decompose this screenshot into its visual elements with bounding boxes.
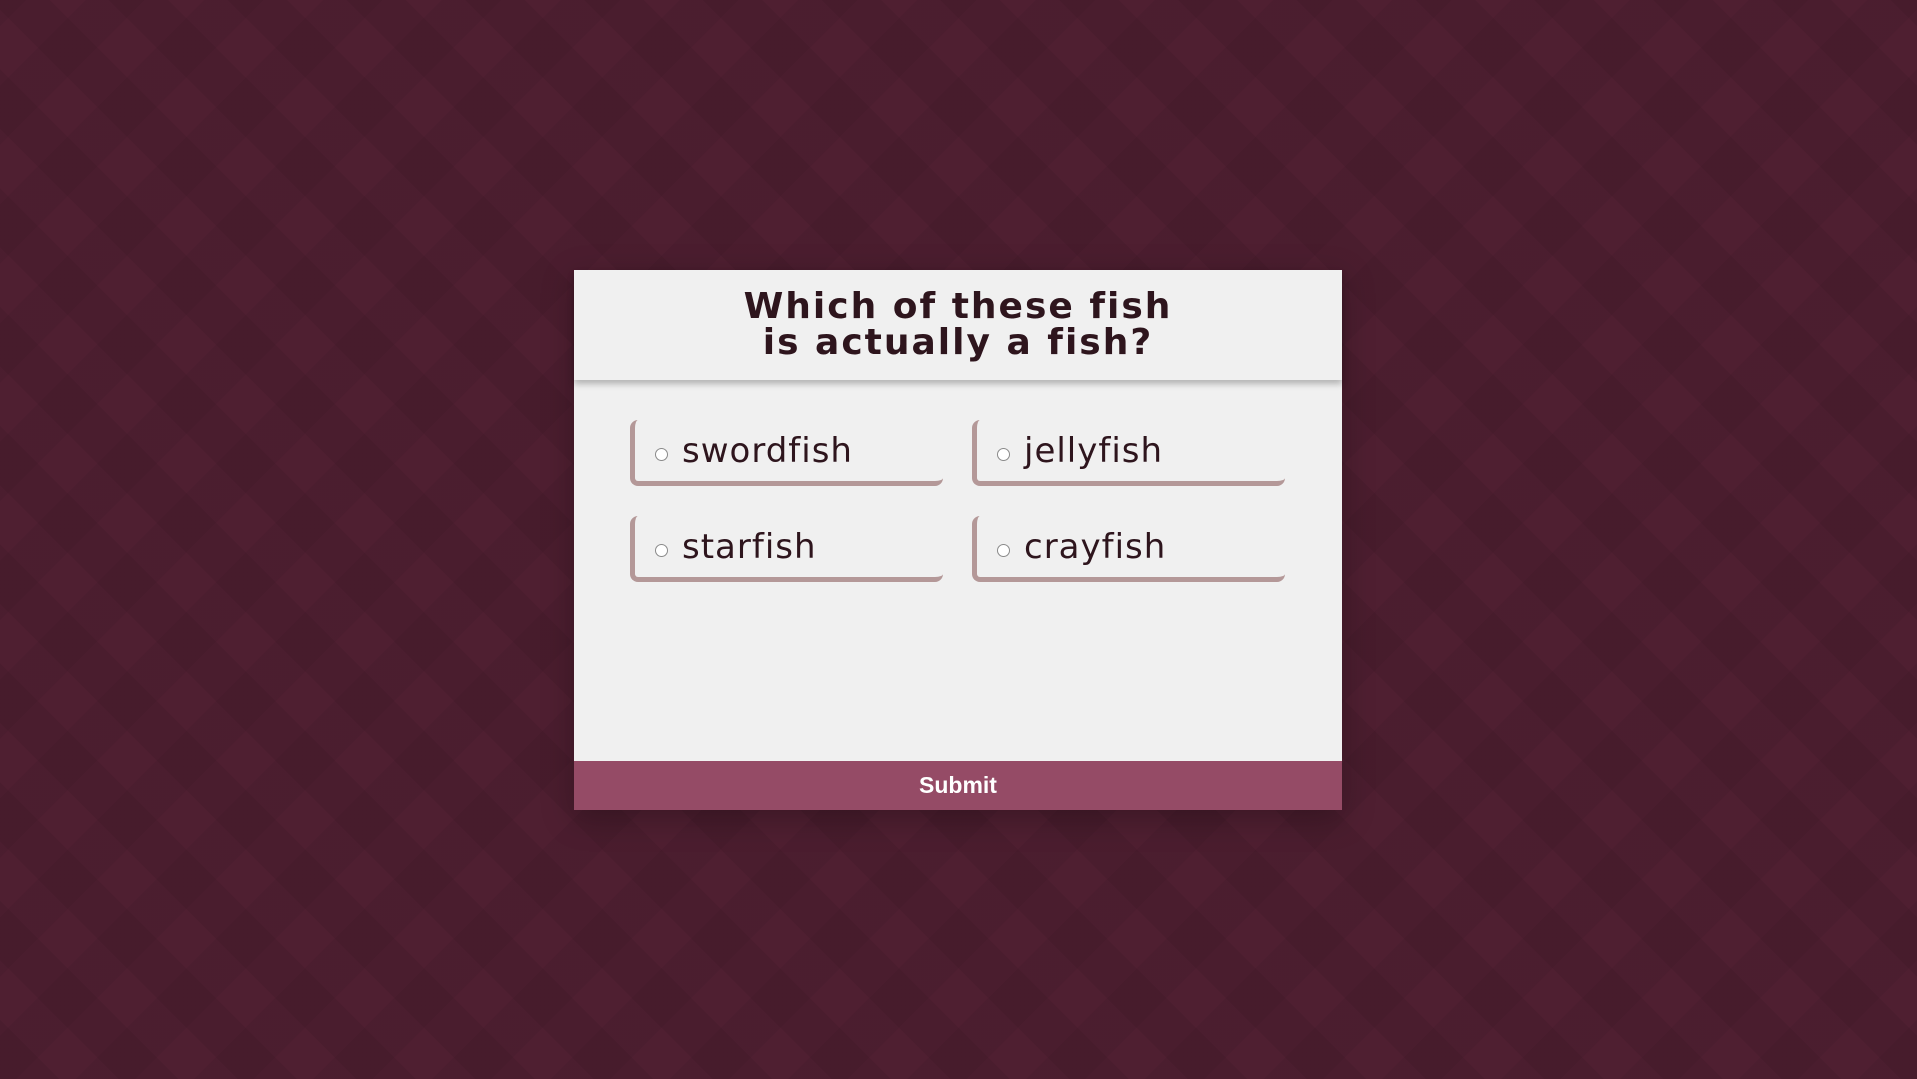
answer-option-jellyfish[interactable]: jellyfish <box>972 420 1285 486</box>
answer-option-starfish[interactable]: starfish <box>630 516 943 582</box>
answer-label: jellyfish <box>1024 430 1164 471</box>
submit-button[interactable]: Submit <box>574 761 1342 810</box>
quiz-card: Which of these fish is actually a fish? … <box>574 270 1342 810</box>
answer-option-swordfish[interactable]: swordfish <box>630 420 943 486</box>
question-title: Which of these fish is actually a fish? <box>743 286 1173 363</box>
answer-label: starfish <box>682 526 817 567</box>
answer-label: swordfish <box>682 430 853 471</box>
answer-option-crayfish[interactable]: crayfish <box>972 516 1285 582</box>
radio-button[interactable] <box>655 544 668 557</box>
radio-button[interactable] <box>997 448 1010 461</box>
radio-button[interactable] <box>655 448 668 461</box>
answer-options: swordfish jellyfish starfish crayfish <box>574 380 1342 582</box>
question-header: Which of these fish is actually a fish? <box>574 270 1342 380</box>
radio-button[interactable] <box>997 544 1010 557</box>
answer-label: crayfish <box>1024 526 1167 567</box>
quiz-page: { "question": { "title": "Which of these… <box>0 0 1917 1079</box>
